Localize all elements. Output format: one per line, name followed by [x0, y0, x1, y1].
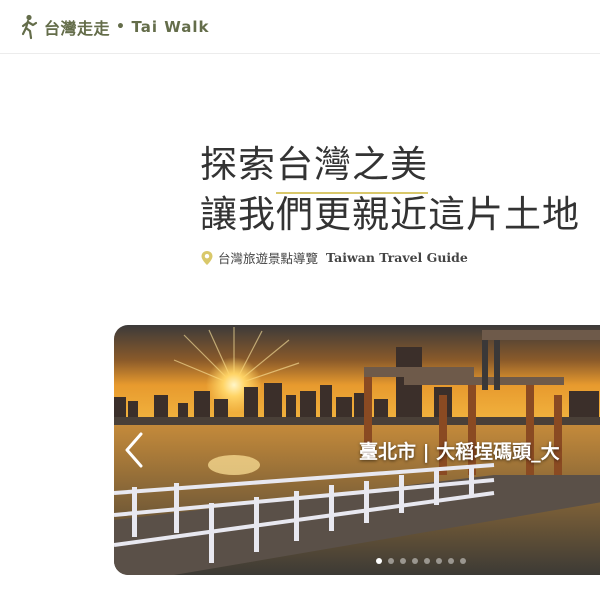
- subtitle-en: Taiwan Travel Guide: [326, 250, 468, 265]
- pagination-dot[interactable]: [400, 558, 406, 564]
- pagination-dot[interactable]: [388, 558, 394, 564]
- brand-logo-link[interactable]: 台灣走走 • Tai Walk: [44, 15, 210, 39]
- pagination-dot[interactable]: [376, 558, 382, 564]
- hero-subtitle: 台灣旅遊景點導覽 Taiwan Travel Guide: [200, 248, 600, 267]
- walking-person-icon[interactable]: [20, 14, 40, 40]
- hero-title-prefix: 探索: [200, 143, 276, 186]
- pagination-dot[interactable]: [448, 558, 454, 564]
- chevron-left-icon[interactable]: [122, 430, 146, 470]
- pagination-dot[interactable]: [412, 558, 418, 564]
- subtitle-zh: 台灣旅遊景點導覽: [218, 251, 319, 266]
- hero-title-accent: 台灣之美: [276, 140, 428, 194]
- brand-name-en: Tai Walk: [131, 17, 210, 36]
- carousel-pagination: [376, 558, 466, 564]
- hero-title-line-1: 探索台灣之美: [200, 140, 600, 194]
- hero-section: 探索台灣之美 讓我們更親近這片土地 台灣旅遊景點導覽 Taiwan Travel…: [200, 140, 600, 267]
- photo-carousel[interactable]: 臺北市 | 大稻埕碼頭_大: [114, 325, 600, 575]
- brand-name-zh: 台灣走走: [44, 18, 111, 38]
- map-pin-icon: [201, 250, 213, 265]
- pagination-dot[interactable]: [424, 558, 430, 564]
- brand-separator: •: [116, 18, 126, 35]
- pagination-dot[interactable]: [436, 558, 442, 564]
- site-header: 台灣走走 • Tai Walk: [0, 0, 600, 54]
- pagination-dot[interactable]: [460, 558, 466, 564]
- hero-title-line-2: 讓我們更親近這片土地: [200, 193, 580, 236]
- slide-caption: 臺北市 | 大稻埕碼頭_大: [359, 441, 560, 463]
